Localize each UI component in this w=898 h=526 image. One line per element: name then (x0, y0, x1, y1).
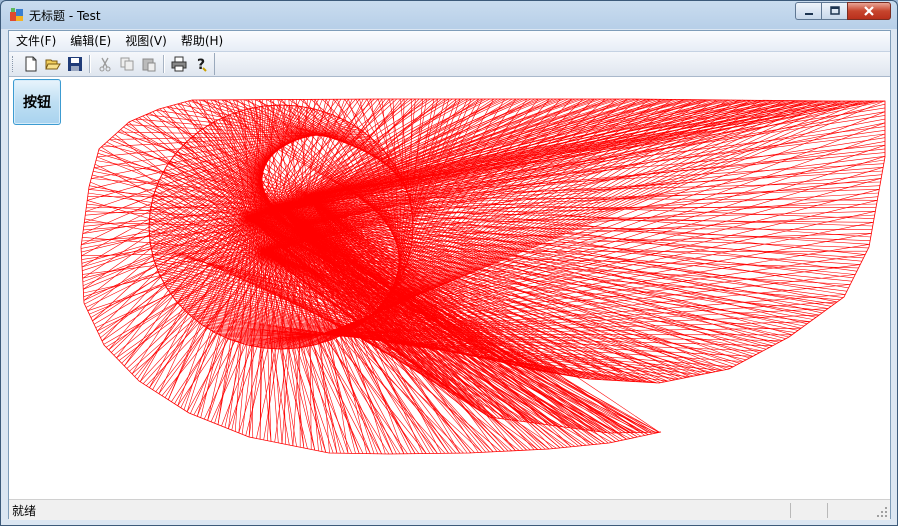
status-bar: 就绪 (9, 499, 890, 520)
status-pane (790, 502, 825, 518)
resize-grip-icon[interactable] (876, 506, 888, 518)
cut-button[interactable] (94, 53, 116, 75)
window-title: 无标题 - Test (29, 9, 101, 23)
red-line-drawing (80, 98, 886, 455)
new-button[interactable] (20, 53, 42, 75)
menu-view[interactable]: 视图(V) (118, 32, 174, 50)
open-icon (45, 59, 61, 70)
toolbar-separator (163, 55, 165, 73)
app-window: 无标题 - Test 文件(F) 编辑(E) 视图(V) 帮助(H) ? 按钮 … (0, 0, 898, 526)
status-pane (827, 502, 862, 518)
menu-edit[interactable]: 编辑(E) (63, 32, 118, 50)
close-button[interactable] (847, 2, 891, 20)
toolbar: ? (9, 52, 890, 77)
minimize-icon (804, 13, 813, 15)
cut-icon (99, 57, 111, 72)
help-button[interactable]: ? (190, 53, 212, 75)
drawing-canvas[interactable]: 按钮 (9, 77, 890, 499)
toolbar-end (214, 53, 215, 75)
toolbar-grip[interactable] (12, 56, 16, 72)
print-button[interactable] (168, 53, 190, 75)
maximize-button[interactable] (821, 2, 847, 20)
copy-icon (120, 57, 134, 71)
menu-help[interactable]: 帮助(H) (174, 32, 230, 50)
title-bar[interactable]: 无标题 - Test (1, 1, 897, 29)
help-icon: ? (197, 57, 207, 72)
close-icon (864, 6, 874, 16)
caption-buttons (795, 2, 891, 20)
client-area: 文件(F) 编辑(E) 视图(V) 帮助(H) ? 按钮 就绪 (8, 30, 891, 520)
paste-button[interactable] (138, 53, 160, 75)
status-text: 就绪 (12, 503, 37, 518)
fan-lines (81, 98, 886, 455)
print-icon (171, 56, 187, 72)
paste-icon (142, 58, 156, 72)
minimize-button[interactable] (795, 2, 821, 20)
open-button[interactable] (42, 53, 64, 75)
copy-button[interactable] (116, 53, 138, 75)
save-button[interactable] (64, 53, 86, 75)
menu-bar: 文件(F) 编辑(E) 视图(V) 帮助(H) (9, 31, 890, 52)
toolbar-separator (89, 55, 91, 73)
new-icon (25, 56, 37, 72)
maximize-icon (829, 6, 840, 15)
menu-file[interactable]: 文件(F) (9, 32, 63, 50)
app-icon (10, 8, 23, 21)
save-icon (68, 57, 82, 71)
push-button[interactable]: 按钮 (13, 79, 61, 125)
